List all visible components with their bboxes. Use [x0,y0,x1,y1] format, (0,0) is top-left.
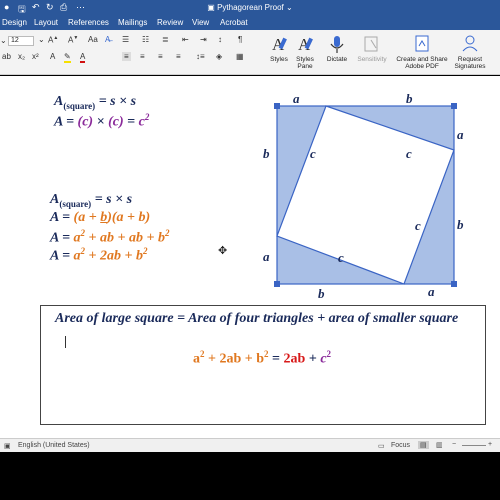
focus-button[interactable]: Focus [391,442,410,449]
label-right-a: a [457,127,464,142]
corner-handle-bl[interactable] [274,281,280,287]
dictate-button[interactable]: Dictate [322,32,352,72]
bullets-icon[interactable]: ☰ [122,35,129,44]
subscript-icon[interactable]: x₂ [18,52,25,61]
ribbon: ⌄ 12 ⌄ A▲ A▼ Aa A̶ ☰ ☷ ≣ ⇤ ⇥ ↕ ¶ ab x₂ x… [0,30,500,75]
pdf-icon [415,35,429,52]
corner-handle-tl[interactable] [274,103,280,109]
label-c-2: c [406,146,412,161]
corner-handle-br[interactable] [451,281,457,287]
label-right-b: b [457,217,464,232]
title-bar: ● 🖫 ↶ ↻ ⎙ ⋯ ▣ Pythagorean Proof ⌄ [0,0,500,16]
change-case-icon[interactable]: Aa [88,35,98,44]
superscript-icon[interactable]: x² [32,52,39,61]
sensitivity-icon [364,36,378,52]
status-bar: ▣ English (United States) ▭ Focus ▤ ▥ − … [0,438,500,452]
label-c-3: c [415,218,421,233]
document-title: ▣ Pythagorean Proof ⌄ [207,3,293,12]
text-cursor [65,336,66,348]
document-page[interactable]: A(square) = s × s A = (c) × (c) = c2 A(s… [0,76,500,438]
shading-icon[interactable]: ◈ [216,52,222,61]
label-top-a: a [293,91,300,106]
sensitivity-button[interactable]: Sensitivity [354,32,390,72]
proof-formula: a2 + 2ab + b2 = 2ab + c2 [193,349,332,367]
shrink-font-icon[interactable]: A▼ [68,35,78,45]
label-left-b: b [263,146,270,161]
decrease-indent-icon[interactable]: ⇤ [182,35,189,44]
print-layout-icon[interactable]: ▤ [418,441,429,449]
web-layout-icon[interactable]: ▥ [436,441,443,449]
proof-heading: Area of large square = Area of four tria… [55,311,459,326]
styles-pane-button[interactable]: A Styles Pane [290,32,320,72]
tab-layout[interactable]: Layout [34,18,58,27]
signature-icon [462,35,478,52]
proof-text-box[interactable]: Area of large square = Area of four tria… [40,305,486,425]
justify-icon[interactable]: ≡ [176,52,181,61]
font-color-icon[interactable]: A [80,52,86,63]
ribbon-tabs: Design Layout References Mailings Review… [0,16,500,30]
zoom-in-icon[interactable]: + [488,441,492,448]
borders-icon[interactable]: ▦ [236,52,244,61]
chevron-down-icon[interactable]: ⌄ [284,3,293,12]
text-effects-icon[interactable]: A [50,52,55,61]
zoom-slider[interactable] [462,445,486,446]
label-bottom-b: b [318,286,325,301]
font-size-dropdown-icon[interactable]: ⌄ [38,35,45,44]
styles-icon: A [272,35,287,54]
styles-pane-icon: A [298,35,313,54]
proofing-icon[interactable]: ▣ [4,442,11,450]
tab-design[interactable]: Design [2,18,27,27]
line-spacing-icon[interactable]: ↕≡ [196,52,205,61]
document-icon: ▣ [207,3,218,12]
label-bottom-a: a [428,284,435,299]
tab-review[interactable]: Review [157,18,183,27]
tab-references[interactable]: References [68,18,109,27]
label-c-1: c [310,146,316,161]
tab-view[interactable]: View [192,18,209,27]
label-top-b: b [406,91,413,106]
request-signatures-button[interactable]: Request Signatures [448,32,492,72]
zoom-out-icon[interactable]: − [452,441,456,448]
label-c-4: c [338,250,344,265]
tab-acrobat[interactable]: Acrobat [220,18,248,27]
font-dropdown-arrow-icon[interactable]: ⌄ [0,36,7,45]
sort-icon[interactable]: ↕ [218,35,222,44]
show-formatting-icon[interactable]: ¶ [238,35,242,44]
tab-mailings[interactable]: Mailings [118,18,147,27]
clear-formatting-icon[interactable]: A̶ [105,35,110,44]
language-status[interactable]: English (United States) [18,442,90,449]
increase-indent-icon[interactable]: ⇥ [200,35,207,44]
numbering-icon[interactable]: ☷ [142,35,149,44]
align-right-icon[interactable]: ≡ [158,52,163,61]
label-left-a: a [263,249,270,264]
corner-handle-tr[interactable] [451,103,457,109]
font-size-field[interactable]: 12 [8,36,34,46]
multilevel-list-icon[interactable]: ≣ [162,35,169,44]
create-share-pdf-button[interactable]: Create and Share Adobe PDF [394,32,450,72]
strikethrough-icon[interactable]: ab [2,52,11,61]
highlight-icon[interactable]: ✎ [64,52,71,63]
focus-icon[interactable]: ▭ [378,442,385,450]
align-center-icon[interactable]: ≡ [140,52,145,61]
align-left-icon[interactable]: ≡ [122,52,131,61]
grow-font-icon[interactable]: A▲ [48,35,58,45]
microphone-icon [330,36,344,53]
screen-border [0,452,500,500]
